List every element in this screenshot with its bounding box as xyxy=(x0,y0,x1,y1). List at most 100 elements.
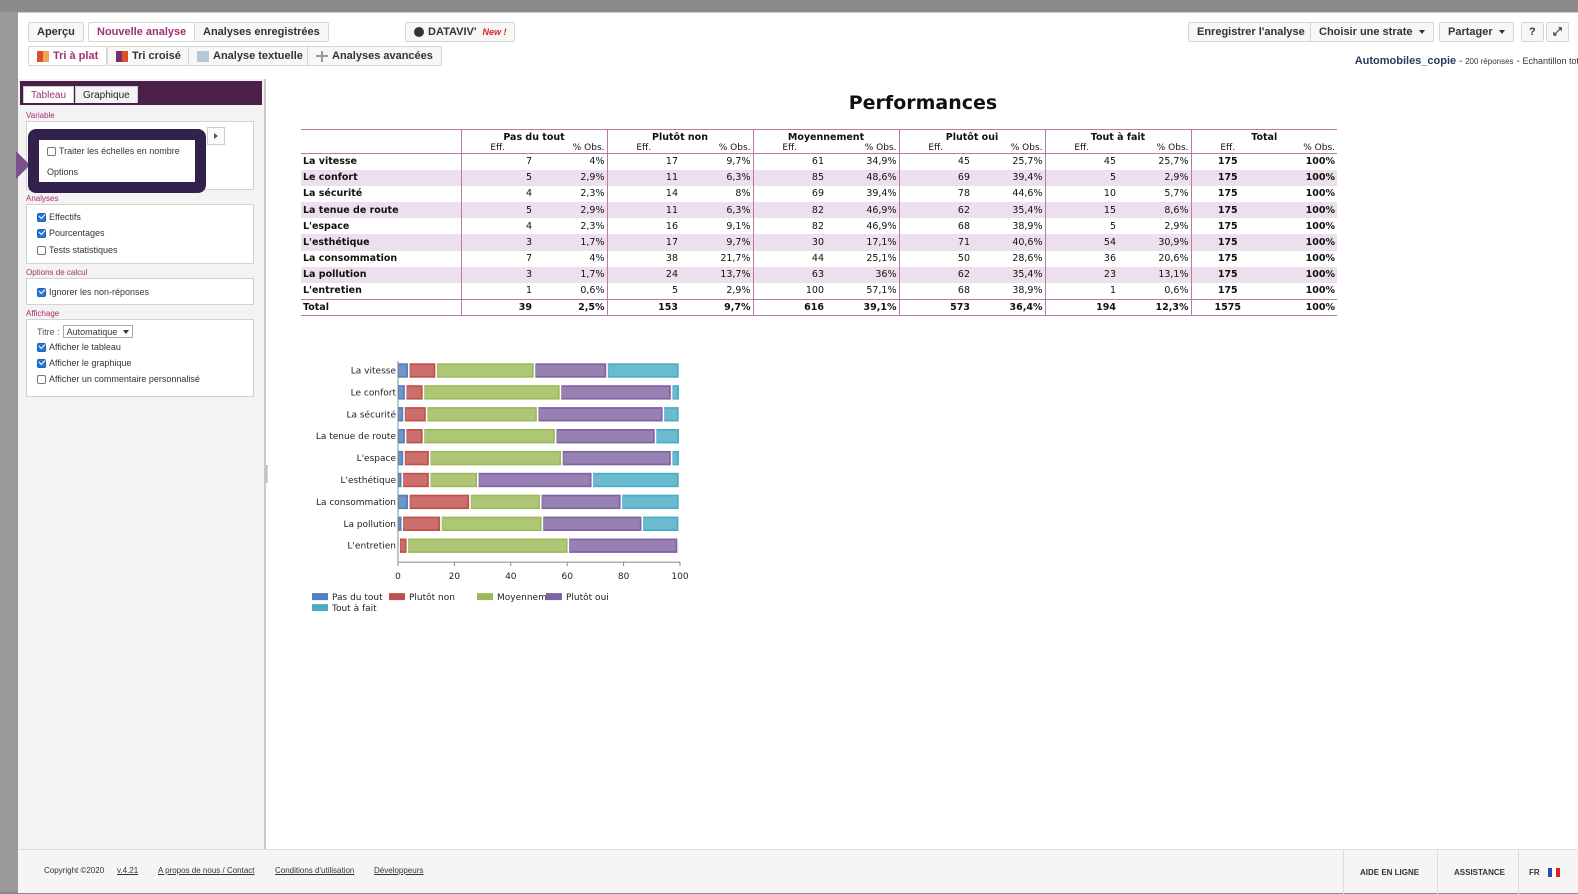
aide-en-ligne-button[interactable]: AIDE EN LIGNE xyxy=(1343,850,1435,894)
tab-tableau[interactable]: Tableau xyxy=(23,86,75,103)
x-tick-label: 60 xyxy=(561,572,573,582)
pct-cell: 17,1% xyxy=(826,234,899,251)
pct-cell: 48,6% xyxy=(826,169,899,186)
pct-cell: 25,7% xyxy=(1158,156,1189,168)
afficher-commentaire-checkbox[interactable]: Afficher un commentaire personnalisé xyxy=(37,374,200,384)
table-header-groups: Pas du tout Plutôt non Moyennement Plutôt o… xyxy=(301,129,1337,143)
next-variable-button[interactable] xyxy=(207,127,225,145)
row-label: Total xyxy=(301,298,461,316)
eff-cell: 68 xyxy=(898,283,972,300)
bar-segment-highlight xyxy=(437,365,533,376)
eff-cell: 3 xyxy=(460,234,534,251)
stacked-bar-chart: La vitesse Le confort La sécurité La tenue … xyxy=(312,361,689,614)
page-title: Performances xyxy=(848,92,998,114)
afficher-graphique-checkbox[interactable]: Afficher le graphique xyxy=(37,358,131,368)
pourcentages-checkbox[interactable]: Pourcentages xyxy=(37,228,105,238)
total-row: Total 39 2,5% 153 9,7% 616 39,1% 573 36,4% 194 12,… xyxy=(301,298,1337,316)
eff-cell: 1 xyxy=(1044,283,1118,300)
bar-segment-highlight xyxy=(399,365,407,376)
pct-cell: 34,9% xyxy=(866,156,897,168)
sample-label: Echantillon total xyxy=(1522,56,1578,66)
eff-cell: 68 xyxy=(898,218,972,235)
eff-cell: 616 xyxy=(752,298,826,316)
category-label: La sécurité xyxy=(346,409,396,420)
pct-cell: 100% xyxy=(1305,253,1335,265)
bar-segment-highlight xyxy=(539,408,661,420)
x-tick-label: 20 xyxy=(449,572,461,582)
pct-cell: 2,9% xyxy=(1164,220,1189,232)
titre-select-value: Automatique xyxy=(66,326,118,337)
eff-cell: 39 xyxy=(460,298,534,316)
bar-segment-highlight xyxy=(405,452,428,464)
effectifs-checkbox[interactable]: Effectifs xyxy=(37,212,81,222)
bar-segment-highlight xyxy=(399,386,404,398)
assistance-label: ASSISTANCE xyxy=(1454,867,1505,877)
pct-cell: 100% xyxy=(1305,188,1335,200)
nouvelle-analyse-button[interactable]: Nouvelle analyse xyxy=(88,22,196,42)
empty-header xyxy=(301,143,461,154)
eff-cell: 14 xyxy=(606,185,680,203)
eff-cell: 69 xyxy=(752,185,826,203)
category-label: La tenue de route xyxy=(316,432,397,442)
bar-segment-highlight xyxy=(407,386,421,398)
tests-checkbox[interactable]: Tests statistiques xyxy=(37,245,118,255)
analyses-avancees-tab[interactable]: Analyses avancées xyxy=(307,46,442,66)
bar-segment-highlight xyxy=(407,430,421,442)
bar-segment-highlight xyxy=(673,386,678,398)
tri-a-plat-tab[interactable]: Tri à plat xyxy=(28,46,108,66)
tab-graphique[interactable]: Graphique xyxy=(75,86,138,103)
bar-segment-highlight xyxy=(400,540,405,552)
tri-a-plat-label: Tri à plat xyxy=(53,50,99,62)
column-group-header: Total xyxy=(1190,129,1337,143)
bar-segment-highlight xyxy=(399,452,402,464)
bar-segment-highlight xyxy=(424,430,554,442)
ignorer-checkbox[interactable]: Ignorer les non-réponses xyxy=(37,287,149,297)
afficher-tableau-checkbox[interactable]: Afficher le tableau xyxy=(37,342,121,352)
titre-select[interactable]: Automatique xyxy=(62,325,134,338)
titre-label: Titre : xyxy=(37,326,60,337)
pct-cell: 4% xyxy=(589,156,605,168)
category-label: La vitesse xyxy=(351,367,397,377)
ignorer-label: Ignorer les non-réponses xyxy=(49,287,150,297)
pct-cell: 36,4% xyxy=(972,298,1045,316)
advanced-analysis-icon xyxy=(316,50,328,62)
bar-segment-highlight xyxy=(399,518,400,530)
developers-link[interactable]: Développeurs xyxy=(374,866,423,875)
pct-cell: 13,1% xyxy=(1118,266,1191,283)
about-link[interactable]: A propos de nous / Contact xyxy=(158,866,255,875)
pct-cell: 13,7% xyxy=(680,266,753,283)
pct-cell: 6,3% xyxy=(680,202,753,219)
traiter-echelles-checkbox[interactable]: Traiter les échelles en nombre xyxy=(47,146,180,156)
enregistrer-analyse-button[interactable]: Enregistrer l'analyse xyxy=(1188,22,1314,42)
row-label: L'espace xyxy=(303,220,350,232)
choisir-strate-dropdown[interactable]: Choisir une strate xyxy=(1310,22,1434,42)
pct-cell: 39,4% xyxy=(972,169,1045,186)
conditions-link[interactable]: Conditions d'utilisation xyxy=(275,866,354,875)
pct-cell: 9,7% xyxy=(680,298,753,316)
assistance-button[interactable]: ASSISTANCE xyxy=(1437,850,1521,894)
partager-dropdown[interactable]: Partager xyxy=(1439,22,1514,42)
tri-croise-tab[interactable]: Tri croisé xyxy=(107,46,190,66)
analyse-textuelle-tab[interactable]: Analyse textuelle xyxy=(188,46,312,66)
dataviv-button[interactable]: DATAVIV' New ! xyxy=(405,22,516,42)
pct-cell: 21,7% xyxy=(720,253,751,265)
pct-cell: 2,9% xyxy=(534,202,607,219)
footer: Copyright ©2020 v.4.21 A propos de nous … xyxy=(18,849,1578,894)
empty-header xyxy=(301,129,461,143)
bar-segment-highlight xyxy=(593,474,677,486)
analyses-enregistrees-button[interactable]: Analyses enregistrées xyxy=(194,22,329,42)
apercu-label: Aperçu xyxy=(37,26,75,38)
help-button[interactable]: ? xyxy=(1521,22,1544,42)
results-area: Performances Pas du tout Plutôt non Moyenn… xyxy=(268,79,1578,849)
apercu-button[interactable]: Aperçu xyxy=(28,22,84,42)
language-selector[interactable]: FR xyxy=(1518,850,1570,894)
eff-subheader: Eff. xyxy=(1044,143,1118,154)
text-analysis-icon xyxy=(197,50,209,62)
version-link[interactable]: v.4.21 xyxy=(117,866,138,875)
analyse-textuelle-label: Analyse textuelle xyxy=(213,50,303,62)
bar-segment-highlight xyxy=(399,430,404,442)
expand-button[interactable]: ⤢ xyxy=(1546,22,1569,42)
checkbox-checked-icon xyxy=(37,212,46,222)
eff-cell: 38 xyxy=(606,250,680,267)
x-tick-label: 100 xyxy=(671,572,688,582)
